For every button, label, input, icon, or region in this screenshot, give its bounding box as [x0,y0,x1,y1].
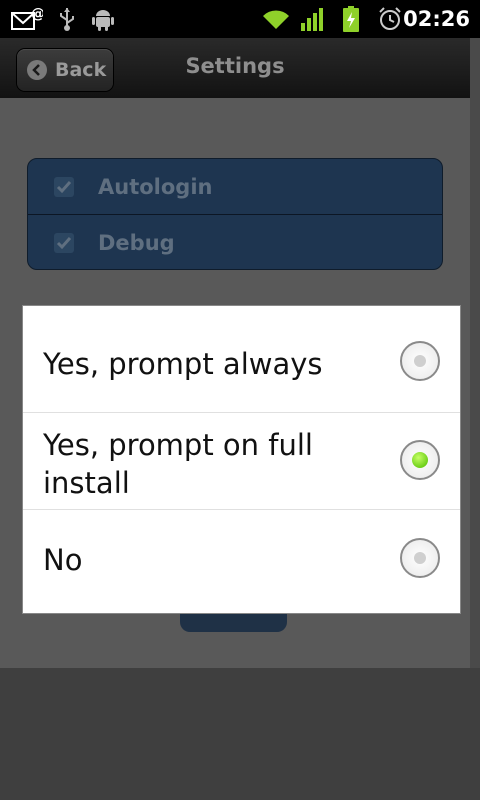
option-label: Yes, prompt always [43,347,323,381]
option-label: Yes, prompt on full install [43,428,313,500]
checkbox-autologin[interactable] [54,176,74,197]
setting-label: Debug [98,230,175,255]
option-prompt-full-install[interactable]: Yes, prompt on full install [23,412,460,510]
option-label: No [43,543,83,577]
choice-dialog: Yes, prompt always Yes, prompt on full i… [22,305,461,614]
svg-text:@: @ [31,6,43,22]
option-prompt-always[interactable]: Yes, prompt always [23,306,460,413]
radio-button-selected[interactable] [400,440,440,480]
android-debug-icon [90,0,116,38]
scroll-edge [470,38,480,668]
setting-autologin[interactable]: Autologin [28,159,442,214]
settings-group: Autologin Debug [27,158,443,270]
status-clock: 02:26 [403,7,470,31]
usb-icon [54,0,80,38]
status-bar: @ [0,0,480,38]
back-button-label: Back [55,59,107,81]
battery-charging-icon [340,0,362,38]
wifi-icon [260,0,292,38]
option-no[interactable]: No [23,509,460,613]
chevron-left-icon [27,60,47,80]
mail-at-icon: @ [10,0,44,38]
bottom-area [0,668,480,800]
back-button[interactable]: Back [17,49,113,91]
radio-indicator [414,355,426,367]
setting-label: Autologin [98,174,213,199]
alarm-icon [376,0,404,38]
signal-icon [299,0,327,38]
radio-button[interactable] [400,341,440,381]
radio-indicator [414,552,426,564]
setting-debug[interactable]: Debug [28,214,442,269]
radio-indicator [412,452,428,468]
checkbox-debug[interactable] [54,232,74,253]
title-bar: Back Settings [0,38,470,99]
radio-button[interactable] [400,538,440,578]
